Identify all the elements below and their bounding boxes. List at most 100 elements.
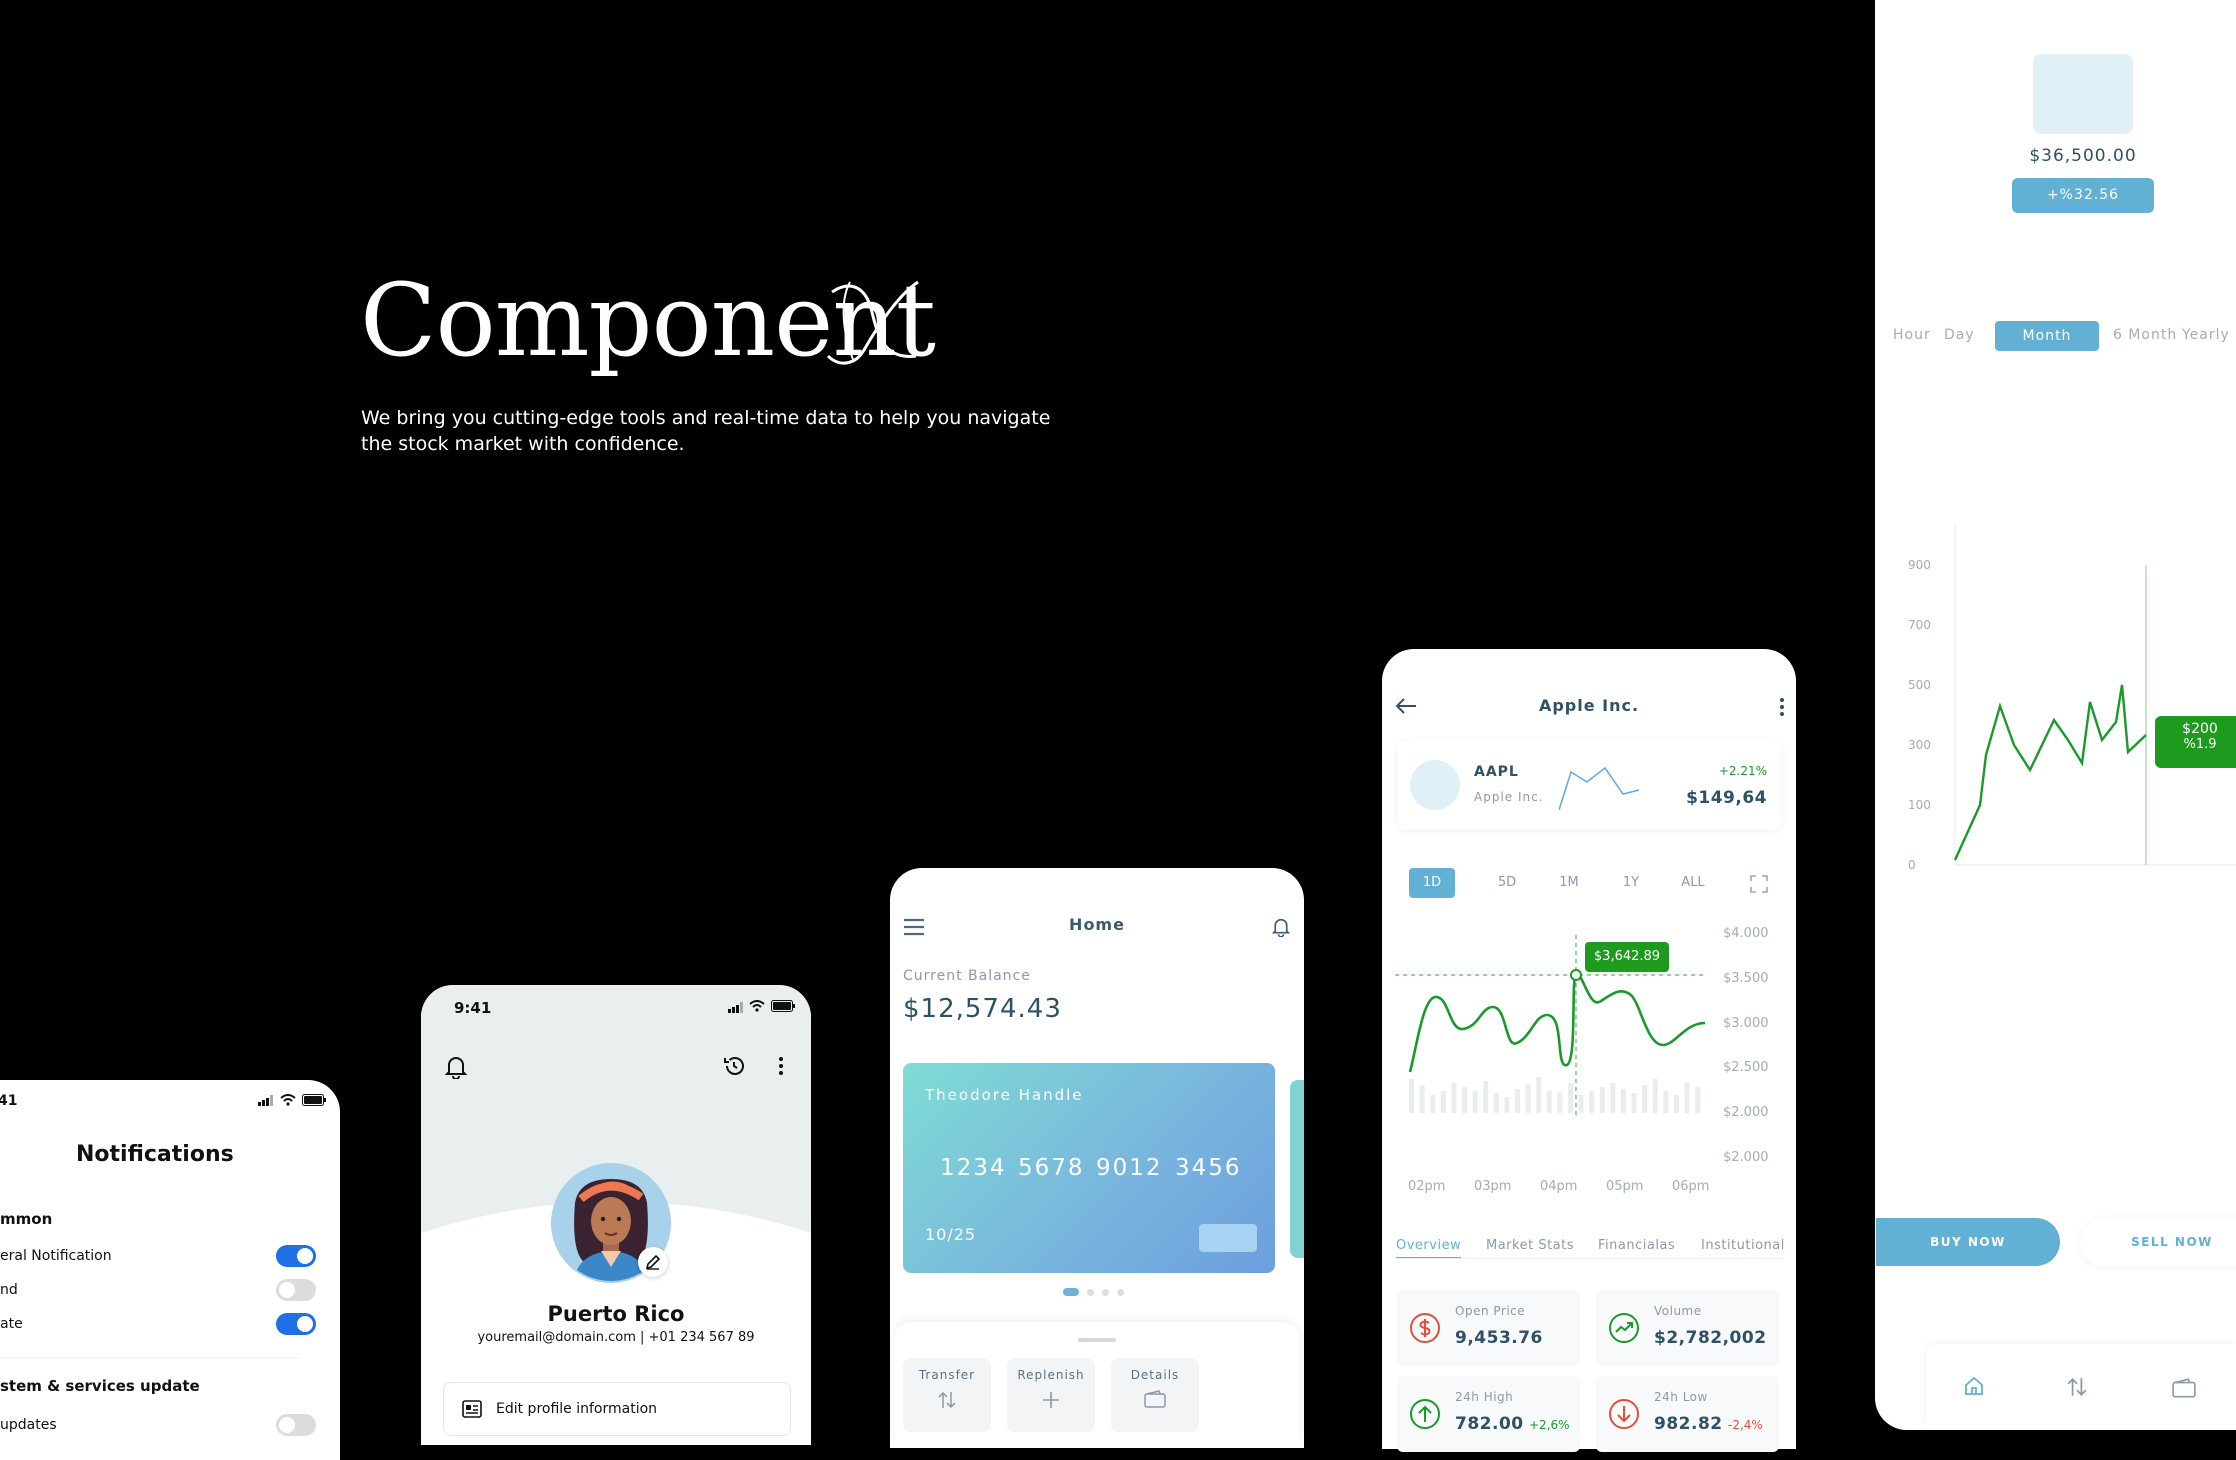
volume-bar [1504,1097,1510,1113]
asset-logo [2033,54,2133,134]
carousel-dot [1087,1289,1094,1296]
price-badge: $200 %1.9 [2155,716,2236,768]
profile-name: Puerto Rico [547,1302,685,1326]
sound-toggle[interactable] [276,1279,316,1301]
more-options-icon[interactable] [1779,697,1785,717]
trend-up-icon [1609,1313,1639,1343]
volume-bars [1409,1077,1701,1113]
bell-icon[interactable] [445,1055,467,1079]
battery-icon [771,1000,795,1012]
transfer-label: Transfer [918,1368,976,1382]
sheet-handle[interactable] [1078,1338,1116,1342]
range-1d[interactable]: 1D [1409,868,1455,898]
setting-label: eral Notification [0,1248,112,1264]
x-axis-label: 03pm [1474,1179,1512,1194]
volume-bar [1451,1083,1457,1113]
price-change: +2.21% [1718,764,1767,778]
section-heading: stem & services update [0,1377,200,1395]
period-day[interactable]: Day [1944,327,1975,343]
signal-icon [258,1095,274,1106]
volume-bar [1674,1095,1679,1113]
x-axis-label: 04pm [1540,1179,1578,1194]
volume-bar [1472,1091,1478,1113]
badge-change: %1.9 [2183,737,2217,752]
ticker-card[interactable]: AAPL Apple Inc. +2.21% $149,64 [1397,740,1781,830]
replenish-label: Replenish [1017,1368,1085,1382]
menu-icon[interactable] [903,918,925,936]
volume-bar [1557,1093,1563,1113]
bell-icon[interactable] [1272,917,1290,937]
price-line [1953,684,2147,861]
tab-institutional[interactable]: Institutional [1701,1238,1785,1253]
hero-title-mark [826,280,919,365]
volume-bar [1652,1079,1658,1113]
more-options-icon[interactable] [778,1056,784,1076]
volume-bar [1483,1081,1489,1113]
volume-bar [1684,1083,1690,1113]
sell-now-button[interactable]: SELL NOW [2080,1218,2236,1266]
price-line [1408,973,1706,1073]
replenish-button[interactable]: Replenish [1007,1358,1095,1432]
history-icon[interactable] [723,1055,745,1077]
range-1y[interactable]: 1Y [1608,868,1654,898]
setting-label: nd [0,1282,18,1298]
home-icon[interactable] [1964,1376,1984,1396]
card-expiry: 10/25 [925,1225,977,1244]
selected-point[interactable] [1570,969,1582,981]
divider [0,1357,300,1358]
volume-bar [1631,1093,1637,1113]
stock-title: Apple Inc. [1538,696,1640,715]
arrow-down-icon [1609,1399,1639,1429]
card-number-group: 3456 [1175,1155,1242,1181]
wallet-icon[interactable] [2172,1378,2196,1398]
stat-label: 24h High [1455,1390,1514,1404]
battery-icon [302,1094,326,1106]
stock-price: $149,64 [1686,788,1767,808]
y-axis-label: 700 [1908,618,1931,632]
company-logo [1410,760,1460,810]
range-5d[interactable]: 5D [1484,868,1530,898]
next-card-peek[interactable] [1290,1080,1304,1258]
edit-profile-button[interactable]: Edit profile information [443,1382,791,1436]
volume-bar [1695,1087,1701,1113]
transfer-button[interactable]: Transfer [903,1358,991,1432]
transfer-icon[interactable] [2066,1376,2088,1398]
details-button[interactable]: Details [1111,1358,1199,1432]
tab-market-stats[interactable]: Market Stats [1486,1238,1574,1253]
stat-24h-high: 24h High 782.00 +2,6% [1397,1376,1580,1452]
carousel-dot-active [1063,1288,1079,1296]
vibrate-toggle[interactable] [276,1313,316,1335]
card-number-group: 1234 [940,1155,1007,1181]
fullscreen-icon[interactable] [1750,875,1768,893]
id-card-icon [462,1400,482,1418]
general-notification-toggle[interactable] [276,1245,316,1267]
asset-change-badge: +%32.56 [2012,178,2154,213]
tab-financials[interactable]: Financialas [1598,1238,1675,1253]
range-1m[interactable]: 1M [1546,868,1592,898]
tab-overview[interactable]: Overview [1396,1238,1462,1258]
stat-open-price: Open Price 9,453.76 [1397,1290,1580,1366]
balance-value: $12,574.43 [903,994,1062,1024]
badge-value: $200 [2182,721,2218,737]
period-hour[interactable]: Hour [1893,327,1931,343]
app-updates-toggle[interactable] [276,1414,316,1436]
period-yearly[interactable]: Yearly [2182,327,2230,343]
carousel-dots [1063,1288,1133,1296]
volume-bar [1568,1083,1573,1113]
range-all[interactable]: ALL [1670,868,1716,898]
back-arrow-icon[interactable] [1395,697,1417,715]
buy-now-button[interactable]: BUY NOW [1876,1218,2060,1266]
period-month[interactable]: Month [1995,321,2099,351]
stat-24h-low: 24h Low 982.82 -2,4% [1596,1376,1779,1452]
edit-avatar-button[interactable] [638,1247,668,1277]
stat-value: $2,782,002 [1654,1328,1767,1348]
volume-bar [1536,1077,1542,1113]
stat-label: Open Price [1455,1304,1526,1318]
volume-bar [1409,1079,1414,1113]
period-6-month[interactable]: 6 Month [2113,327,2177,343]
stat-label: 24h Low [1654,1390,1708,1404]
section-heading: mmon [0,1210,53,1228]
bottom-nav [1926,1344,2236,1430]
y-axis-label: $3.000 [1723,1016,1769,1031]
credit-card[interactable]: Theodore Handle 1234 5678 9012 3456 10/2… [903,1063,1275,1273]
